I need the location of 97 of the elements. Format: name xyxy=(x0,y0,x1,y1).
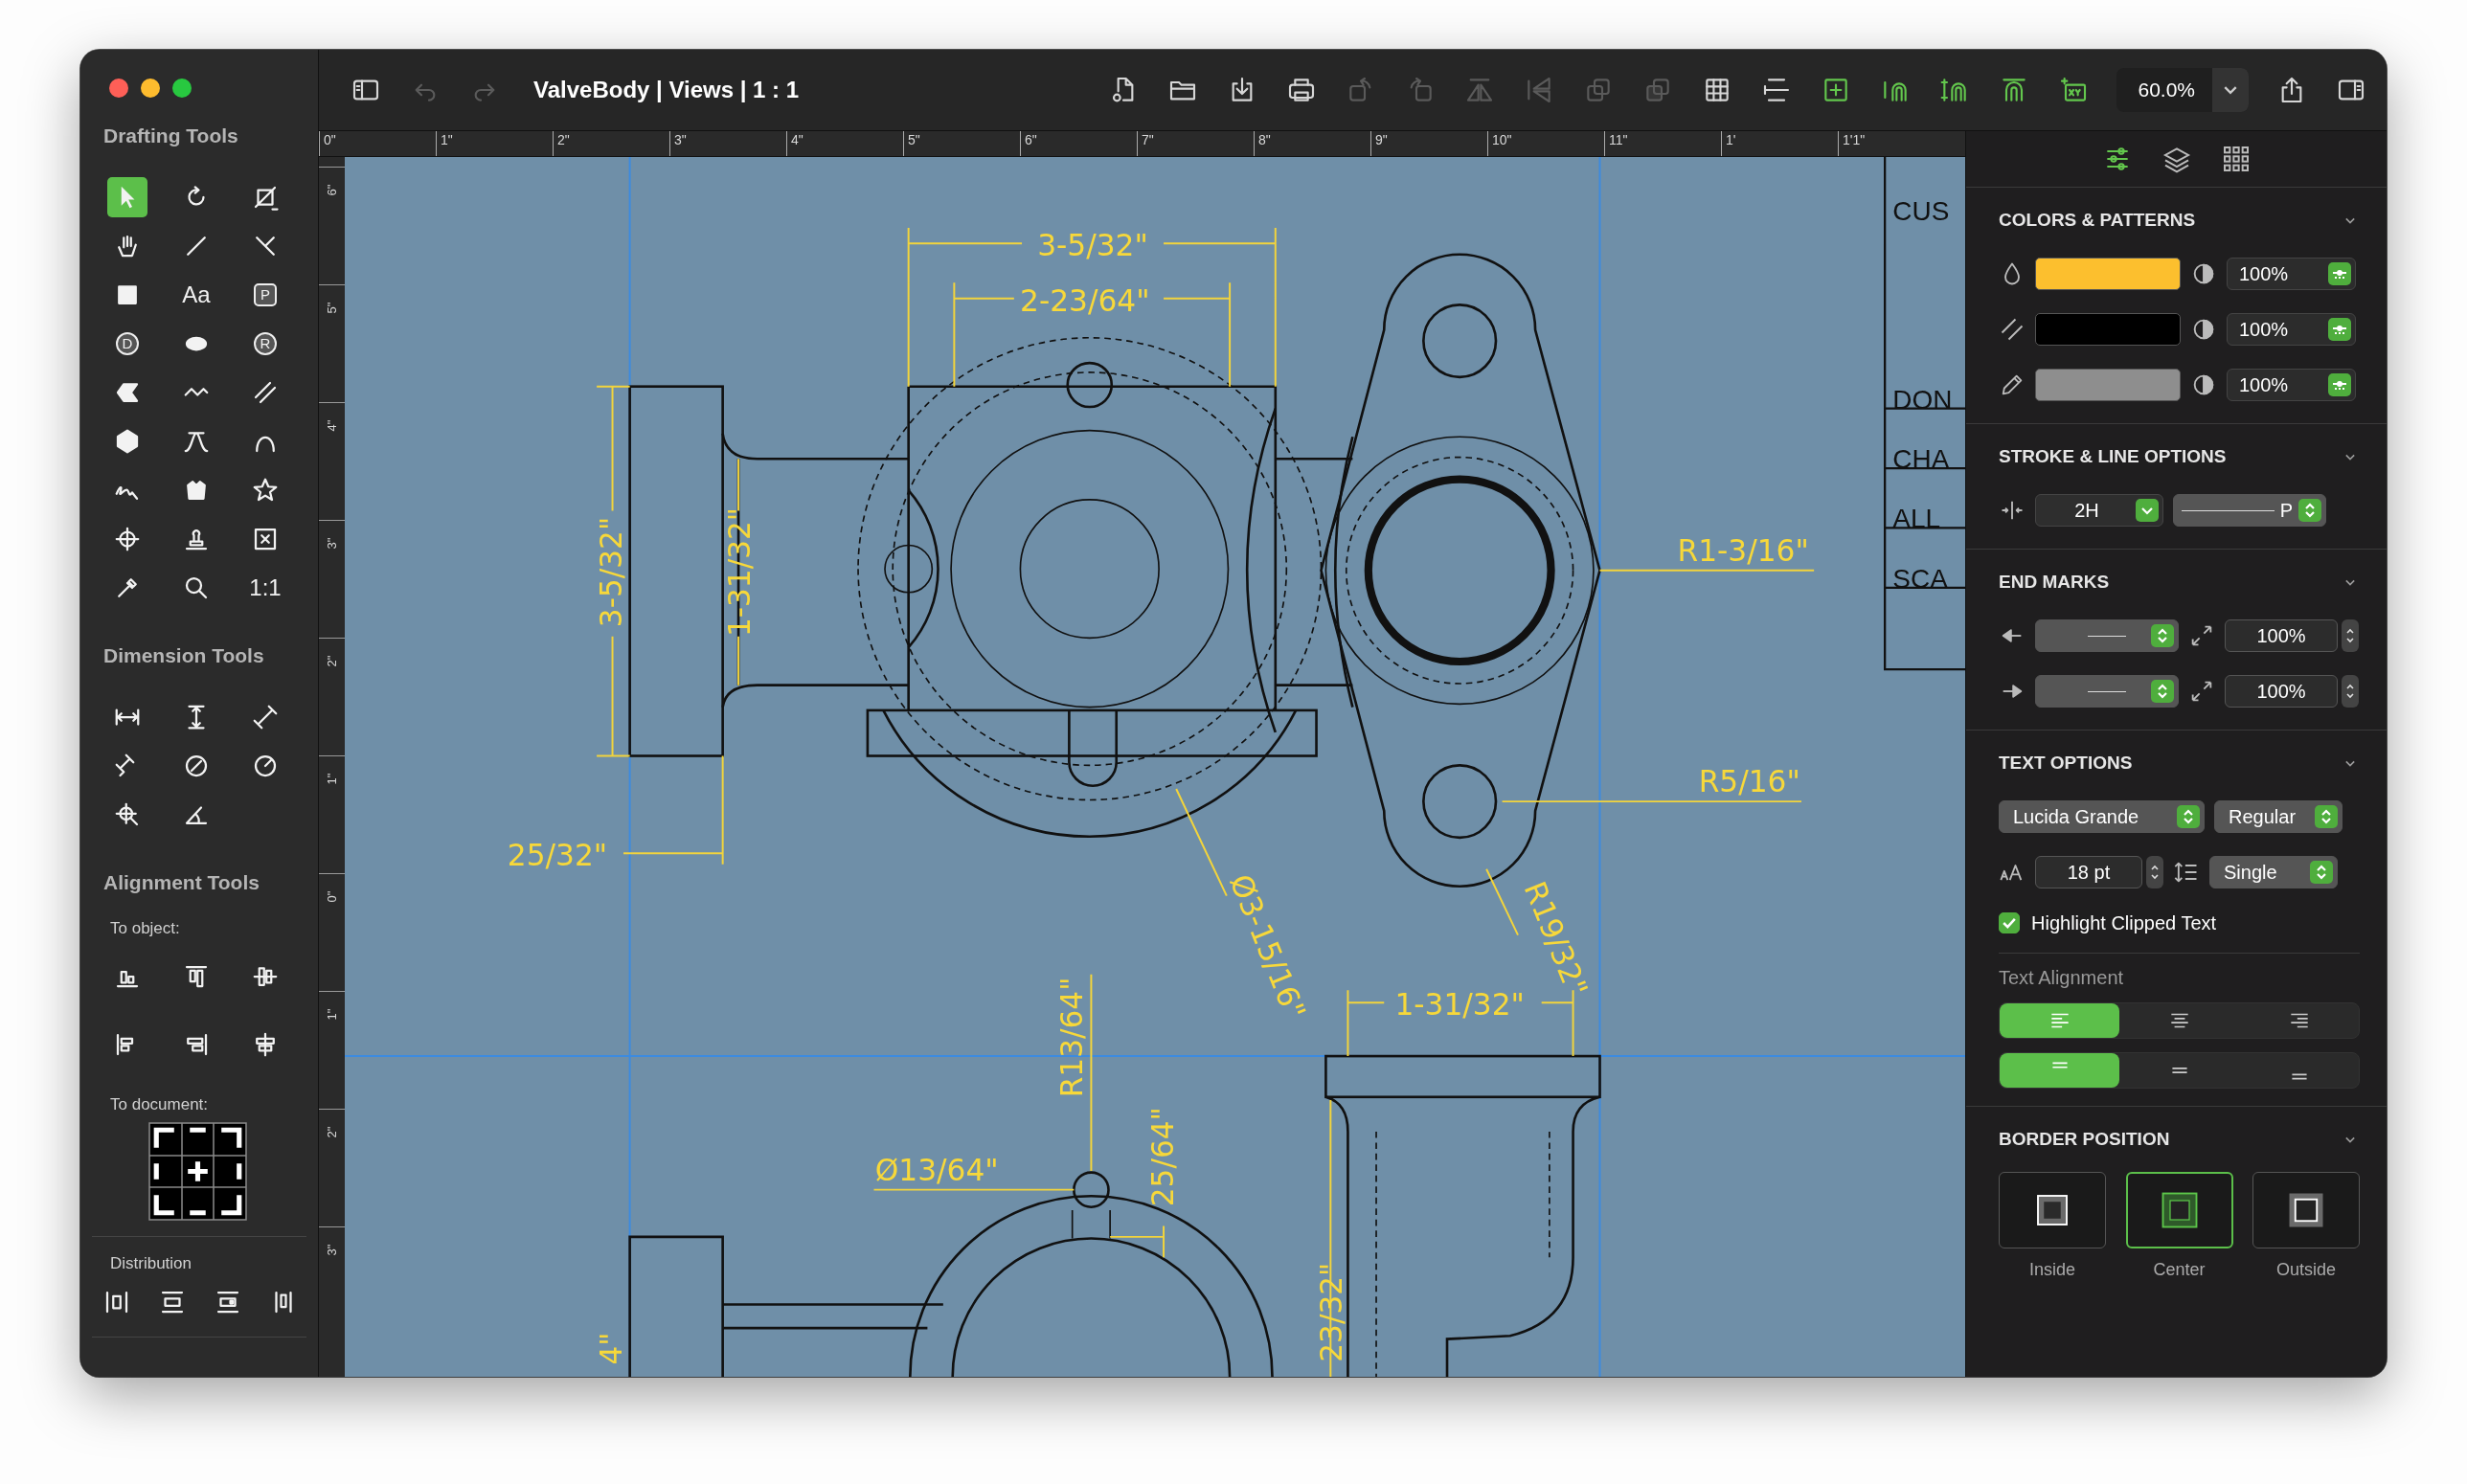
tool-button[interactable]: D xyxy=(107,323,147,364)
dimension-label: 25/64" xyxy=(1144,1107,1180,1207)
minimize-window-button[interactable] xyxy=(141,79,160,98)
dimension-label: 1-31/32" xyxy=(721,506,757,638)
ruler-label: 6" xyxy=(1024,132,1037,147)
color-swatch[interactable] xyxy=(2035,369,2181,401)
option-label: Inside xyxy=(2028,1260,2075,1280)
field-label: Text Alignment xyxy=(1999,967,2125,989)
tool-button[interactable]: 1:1 xyxy=(245,567,285,608)
line-weight-select[interactable]: 2H xyxy=(2035,494,2163,527)
end-mark-select[interactable] xyxy=(2035,675,2179,708)
group-label: To object: xyxy=(109,918,181,938)
dimension-label: R5/16" xyxy=(1698,764,1800,799)
end-mark-select[interactable] xyxy=(2035,619,2179,652)
scale-field[interactable]: 100% xyxy=(2225,619,2338,652)
tool-button[interactable]: R xyxy=(245,323,285,364)
document-alignment-grid[interactable] xyxy=(148,1122,247,1221)
dimension-label: 23/32" xyxy=(1313,1262,1348,1362)
ruler-label: 0" xyxy=(325,890,339,903)
ruler-label: 2" xyxy=(325,655,339,667)
ruler-label: 10" xyxy=(1491,132,1512,147)
title-block-text: ALL xyxy=(1892,504,1941,534)
opacity-field[interactable]: 100% xyxy=(2227,313,2356,346)
color-swatch[interactable] xyxy=(2035,258,2181,290)
option-label: Outside xyxy=(2275,1260,2336,1280)
ruler-label: 8" xyxy=(1257,132,1271,147)
dimension-label: Ø13/64" xyxy=(874,1152,999,1187)
zoom-field[interactable]: 60.0% xyxy=(2116,68,2249,112)
slider-icon xyxy=(2332,324,2347,335)
up-down-chevron-icon xyxy=(2346,685,2354,698)
dimension-label: R1-3/16" xyxy=(1677,532,1809,568)
chevron-down-icon xyxy=(2141,506,2153,514)
ruler-label: 6" xyxy=(325,184,339,196)
ruler-label: 1" xyxy=(325,773,339,785)
ruler-label: 5" xyxy=(907,132,920,147)
ruler-label: 4" xyxy=(790,132,803,147)
section-heading: Dimension Tools xyxy=(102,643,265,668)
stepper[interactable] xyxy=(2342,675,2359,708)
line-spacing-select[interactable]: Single xyxy=(2209,856,2338,888)
font-size-field[interactable]: 18 pt xyxy=(2035,856,2142,888)
dimension-label: 1-31/32" xyxy=(1394,987,1525,1023)
option-label: Center xyxy=(2153,1260,2206,1280)
tool-button[interactable]: Aa xyxy=(176,274,216,315)
close-window-button[interactable] xyxy=(109,79,128,98)
section-heading: STROKE & LINE OPTIONS xyxy=(1999,446,2227,467)
section-heading: Alignment Tools xyxy=(102,870,260,895)
zoom-window-button[interactable] xyxy=(172,79,192,98)
dimension-label: 2-23/64" xyxy=(1020,282,1150,318)
border-position-button[interactable] xyxy=(2125,1172,2233,1248)
section-heading: COLORS & PATTERNS xyxy=(1999,210,2196,231)
ruler-label: 3" xyxy=(325,1244,339,1256)
stepper[interactable] xyxy=(2342,619,2359,652)
ruler-label: 9" xyxy=(1374,132,1388,147)
ruler-label: 2" xyxy=(325,1126,339,1138)
ruler-label: 1" xyxy=(440,132,453,147)
ruler-label: 0" xyxy=(323,132,336,147)
dimension-label: 4" xyxy=(594,1332,629,1365)
ruler-label: 11" xyxy=(1608,132,1628,147)
hatch-lines-icon xyxy=(1999,316,2026,343)
scale-field[interactable]: 100% xyxy=(2225,675,2338,708)
slider-icon xyxy=(2332,268,2347,280)
pointer-icon[interactable] xyxy=(107,176,147,217)
dimension-label: 3-5/32" xyxy=(594,516,629,628)
ruler-label: 2" xyxy=(556,132,570,147)
dimension-label: R13/64" xyxy=(1053,977,1089,1098)
highlight-clipped-text-checkbox[interactable]: Highlight Clipped Text xyxy=(1999,907,2360,939)
ruler-label: 3" xyxy=(325,537,339,550)
title-block-text: CUS xyxy=(1892,195,1950,226)
opacity-field[interactable]: 100% xyxy=(2227,258,2356,290)
up-down-chevron-icon xyxy=(2151,866,2159,879)
group-label: Distribution xyxy=(109,1253,193,1273)
window-title: ValveBody | Views | 1 : 1 xyxy=(533,77,800,103)
line-style-select[interactable]: P xyxy=(2173,494,2326,527)
ruler-label: 4" xyxy=(325,419,339,432)
dimension-label: 3-5/32" xyxy=(1037,228,1148,263)
up-down-chevron-icon xyxy=(2346,629,2354,642)
color-swatch[interactable] xyxy=(2035,313,2181,346)
section-heading: Drafting Tools xyxy=(102,124,239,148)
section-heading: TEXT OPTIONS xyxy=(1999,753,2133,774)
ruler-label: 3" xyxy=(673,132,687,147)
font-select[interactable]: Lucida Grande xyxy=(1999,800,2205,833)
font-style-select[interactable]: Regular xyxy=(2214,800,2343,833)
section-heading: END MARKS xyxy=(1999,572,2110,593)
border-position-button[interactable] xyxy=(1999,1172,2106,1248)
ruler-label: 1'1" xyxy=(1842,132,1866,147)
ruler-label: 1' xyxy=(1725,132,1736,147)
slider-icon xyxy=(2332,379,2347,391)
stepper[interactable] xyxy=(2146,856,2163,888)
ruler-label: 7" xyxy=(1141,132,1154,147)
group-label: To document: xyxy=(109,1094,210,1114)
chevron-down-icon xyxy=(2224,86,2237,94)
section-heading: BORDER POSITION xyxy=(1999,1129,2170,1150)
ruler-label: 5" xyxy=(325,302,339,314)
tool-button[interactable]: P xyxy=(245,274,285,315)
dimension-label: 25/32" xyxy=(507,838,608,873)
opacity-field[interactable]: 100% xyxy=(2227,369,2356,401)
ruler-label: 1" xyxy=(325,1008,339,1021)
